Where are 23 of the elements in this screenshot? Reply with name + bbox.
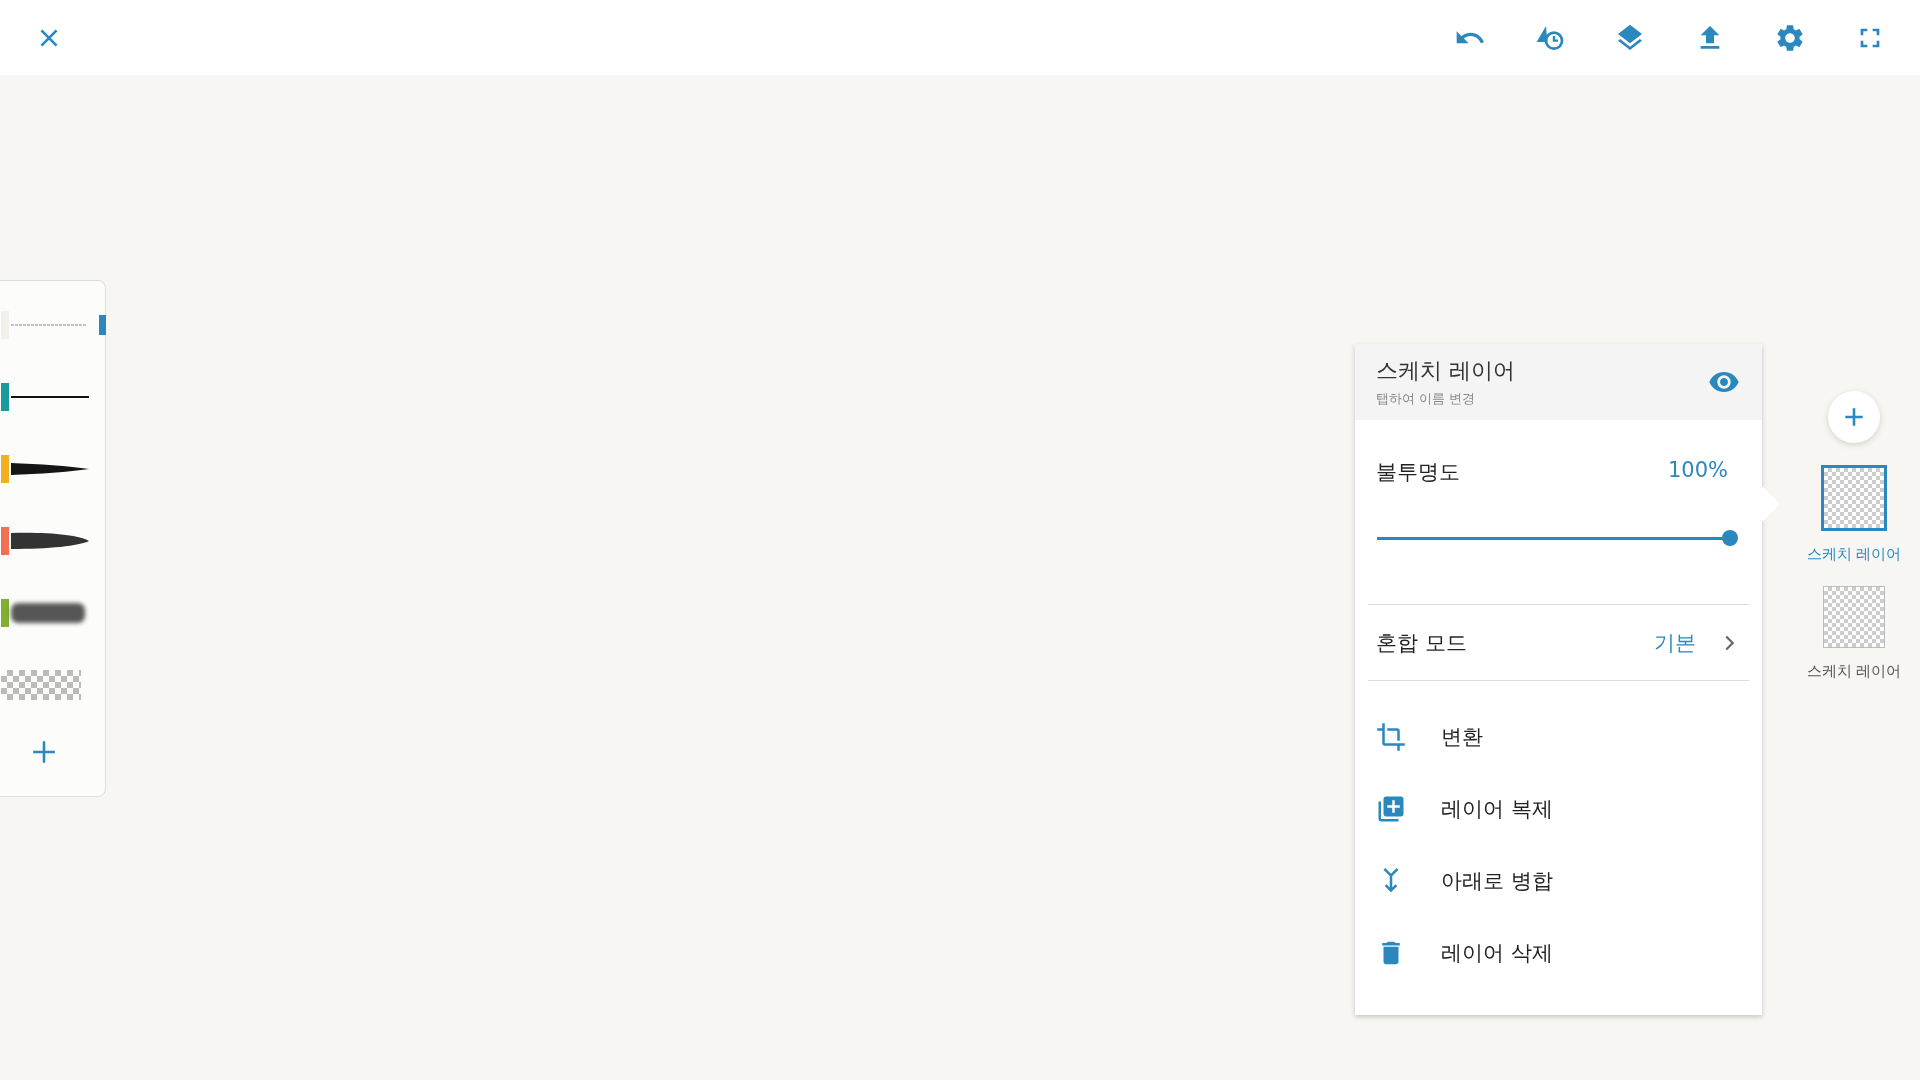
add-copy-icon <box>1376 794 1406 824</box>
layer-thumbnail[interactable] <box>1821 465 1887 531</box>
rename-hint: 탭하여 이름 변경 <box>1376 390 1477 408</box>
menu-item[interactable]: 변환 <box>1355 701 1762 773</box>
opacity-slider[interactable] <box>1377 530 1738 546</box>
layer-name: 스케치 레이어 <box>1806 545 1902 564</box>
layer-name: 스케치 레이어 <box>1806 662 1902 681</box>
menu-item[interactable]: 레이어 삭제 <box>1355 917 1762 989</box>
crop-icon <box>1376 722 1406 752</box>
blend-mode-row[interactable]: 혼합 모드 기본 <box>1355 605 1762 680</box>
opacity-label: 불투명도 <box>1376 459 1460 486</box>
selected-indicator <box>99 315 106 335</box>
add-layer-button[interactable] <box>1828 391 1880 443</box>
opacity-value: 100% <box>1667 458 1728 484</box>
menu-item[interactable]: 아래로 병합 <box>1355 845 1762 917</box>
blend-mode-label: 혼합 모드 <box>1376 629 1468 657</box>
menu-item[interactable]: 레이어 복제 <box>1355 773 1762 845</box>
layer-title: 스케치 레이어 <box>1376 357 1515 385</box>
layer-thumbnail[interactable] <box>1823 586 1885 648</box>
blend-mode-value: 기본 <box>1654 629 1696 657</box>
add-icon[interactable] <box>31 739 57 765</box>
slider-thumb[interactable] <box>1722 530 1738 546</box>
layer-header[interactable]: 스케치 레이어 탭하여 이름 변경 <box>1355 344 1762 420</box>
